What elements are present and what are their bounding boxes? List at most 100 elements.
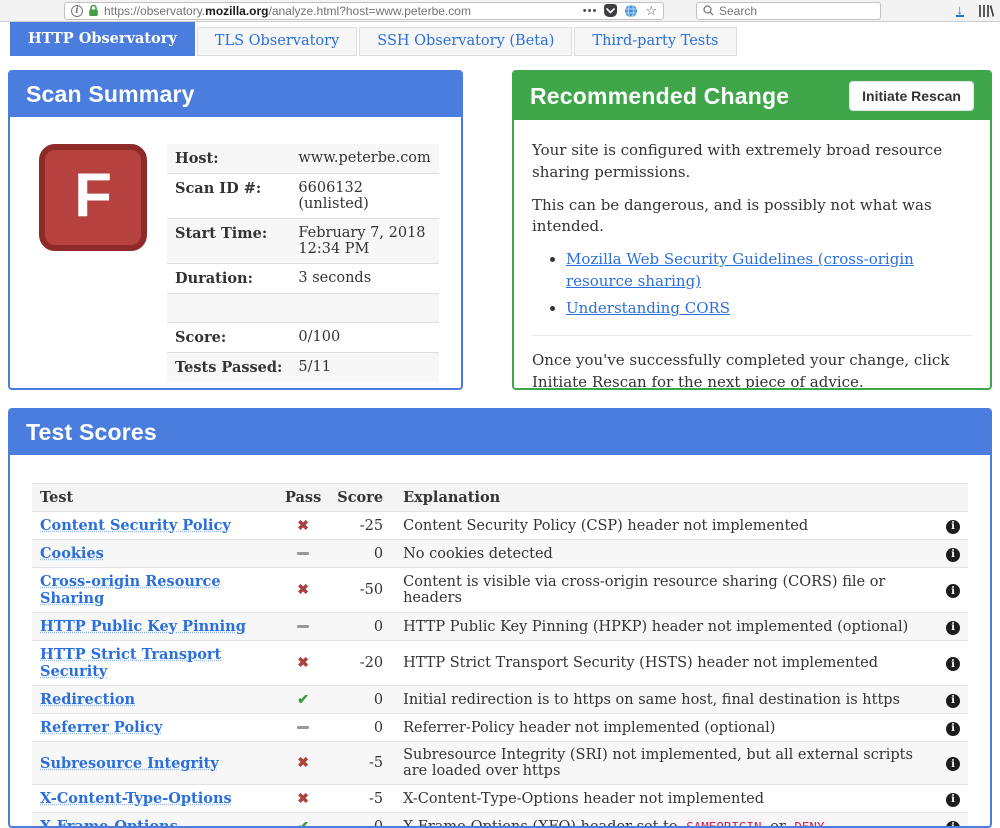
info-icon[interactable]: i: [946, 621, 960, 635]
test-score: -50: [329, 568, 395, 613]
test-name-link[interactable]: HTTP Strict Transport Security: [40, 646, 221, 680]
test-name-link[interactable]: Cookies: [40, 545, 104, 562]
test-row: HTTP Public Key Pinning 0HTTP Public Key …: [32, 613, 968, 641]
url-path: /analyze.html?host=www.peterbe.com: [269, 4, 471, 18]
test-row: HTTP Strict Transport Security ✖ -20HTTP S…: [32, 641, 968, 686]
pass-check-icon: ✔: [297, 692, 309, 708]
test-scores-header: Test Scores: [10, 410, 990, 455]
info-icon[interactable]: i: [946, 821, 960, 828]
url-prefix: https://observatory.: [104, 4, 205, 18]
scan-summary-table: Host:www.peterbe.comScan ID #:6606132 (u…: [167, 144, 439, 382]
summary-value: 6606132 (unlisted): [290, 174, 439, 219]
initiate-rescan-button[interactable]: Initiate Rescan: [849, 81, 974, 111]
pocket-icon[interactable]: [604, 4, 617, 17]
test-name-link[interactable]: Referrer Policy: [40, 719, 162, 736]
test-explanation: X-Content-Type-Options header not implem…: [395, 785, 932, 813]
advice-link[interactable]: Mozilla Web Security Guidelines (cross-o…: [566, 250, 914, 290]
test-row: X-Frame-Options ✔ 0X-Frame-Options (XFO) h…: [32, 813, 968, 828]
test-score: -5: [329, 742, 395, 785]
test-score: 0: [329, 714, 395, 742]
test-name-link[interactable]: X-Content-Type-Options: [40, 790, 232, 807]
list-item: Mozilla Web Security Guidelines (cross-o…: [566, 249, 972, 293]
info-icon[interactable]: i: [946, 722, 960, 736]
advice-paragraph-2: This can be dangerous, and is possibly n…: [532, 195, 972, 239]
header-value-code: SAMEORIGIN: [682, 818, 765, 828]
padlock-icon[interactable]: [88, 4, 99, 17]
page-actions-icon[interactable]: •••: [583, 5, 598, 17]
test-score: 0: [329, 613, 395, 641]
test-name-link[interactable]: Redirection: [40, 691, 135, 708]
test-explanation: Initial redirection is to https on same …: [395, 686, 932, 714]
summary-value: www.peterbe.com: [290, 144, 439, 174]
fail-x-icon: ✖: [297, 655, 309, 671]
scan-summary-panel: Scan Summary F Host:www.peterbe.comScan …: [8, 70, 463, 390]
recommended-change-header: Recommended Change Initiate Rescan: [514, 72, 990, 120]
neutral-dash-icon: [297, 552, 309, 555]
test-row: Subresource Integrity✖-5Subresource Inte…: [32, 742, 968, 785]
info-icon[interactable]: i: [946, 694, 960, 708]
test-explanation: No cookies detected: [395, 540, 932, 568]
recommended-change-panel: Recommended Change Initiate Rescan Your …: [512, 70, 992, 390]
url-bar[interactable]: i https://observatory.mozilla.org/analyz…: [64, 2, 664, 20]
list-item: Understanding CORS: [566, 298, 972, 320]
test-name-link[interactable]: X-Frame-Options: [40, 818, 178, 828]
test-scores-table: Test Pass Score Explanation Content Secu…: [32, 483, 968, 828]
info-icon[interactable]: i: [946, 757, 960, 771]
download-icon[interactable]: ↓: [956, 5, 965, 17]
test-score: -20: [329, 641, 395, 686]
test-name-link[interactable]: Cross-origin Resource Sharing: [40, 573, 221, 607]
advice-links: Mozilla Web Security Guidelines (cross-o…: [566, 249, 972, 319]
library-icon[interactable]: [978, 4, 994, 18]
test-name-link[interactable]: Subresource Integrity: [40, 755, 219, 772]
test-score: 0: [329, 813, 395, 828]
summary-row: Start Time:February 7, 2018 12:34 PM: [167, 219, 439, 264]
info-icon[interactable]: i: [946, 520, 960, 534]
test-row: Redirection✔0Initial redirection is to h…: [32, 686, 968, 714]
recommended-change-body: Your site is configured with extremely b…: [514, 120, 990, 390]
test-row: X-Content-Type-Options✖-5X-Content-Type-…: [32, 785, 968, 813]
summary-label: Tests Passed:: [167, 353, 290, 383]
info-icon[interactable]: i: [946, 548, 960, 562]
test-explanation: HTTP Strict Transport Security (HSTS) he…: [395, 641, 932, 686]
summary-row: Scan ID #:6606132 (unlisted): [167, 174, 439, 219]
info-icon[interactable]: i: [946, 793, 960, 807]
test-scores-panel: Test Scores Test Pass Score Explanation …: [8, 408, 992, 828]
info-icon[interactable]: i: [946, 584, 960, 598]
test-score: -25: [329, 512, 395, 540]
grade-letter: F: [74, 160, 112, 231]
advice-link[interactable]: Understanding CORS: [566, 299, 730, 317]
fail-x-icon: ✖: [297, 755, 309, 771]
test-explanation: HTTP Public Key Pinning (HPKP) header no…: [395, 613, 932, 641]
search-input[interactable]: [719, 4, 874, 18]
test-name-link[interactable]: HTTP Public Key Pinning: [40, 618, 246, 635]
tab-tls-observatory[interactable]: TLS Observatory: [197, 27, 357, 56]
scan-summary-header: Scan Summary: [10, 72, 461, 117]
test-scores-body: Test Pass Score Explanation Content Secu…: [10, 455, 990, 828]
tab-http-observatory[interactable]: HTTP Observatory: [10, 22, 195, 56]
tab-third-party-tests[interactable]: Third-party Tests: [574, 27, 736, 56]
tab-ssh-observatory-beta-[interactable]: SSH Observatory (Beta): [359, 27, 572, 56]
test-row: Cookies0No cookies detectedi: [32, 540, 968, 568]
col-header-pass: Pass: [277, 484, 329, 512]
summary-label: Start Time:: [167, 219, 290, 264]
divider: [532, 335, 972, 336]
info-icon[interactable]: i: [946, 657, 960, 671]
url-domain: mozilla.org: [205, 4, 268, 18]
summary-label: Host:: [167, 144, 290, 174]
test-explanation: X-Frame-Options (XFO) header set to SAME…: [395, 813, 932, 828]
test-name-link[interactable]: Content Security Policy: [40, 517, 231, 534]
globe-extension-icon[interactable]: [624, 4, 638, 18]
test-explanation: Referrer-Policy header not implemented (…: [395, 714, 932, 742]
summary-row: [167, 294, 439, 323]
pass-check-icon: ✔: [297, 819, 309, 828]
summary-value: February 7, 2018 12:34 PM: [290, 219, 439, 264]
summary-label: Score:: [167, 323, 290, 353]
bookmark-star-icon[interactable]: ☆: [645, 4, 657, 17]
scan-summary-body: F Host:www.peterbe.comScan ID #:6606132 …: [10, 117, 461, 382]
search-bar[interactable]: [696, 2, 881, 20]
summary-row: Tests Passed:5/11: [167, 353, 439, 383]
col-header-test: Test: [32, 484, 277, 512]
fail-x-icon: ✖: [297, 791, 309, 807]
page-info-icon[interactable]: i: [71, 5, 83, 17]
summary-row: Host:www.peterbe.com: [167, 144, 439, 174]
